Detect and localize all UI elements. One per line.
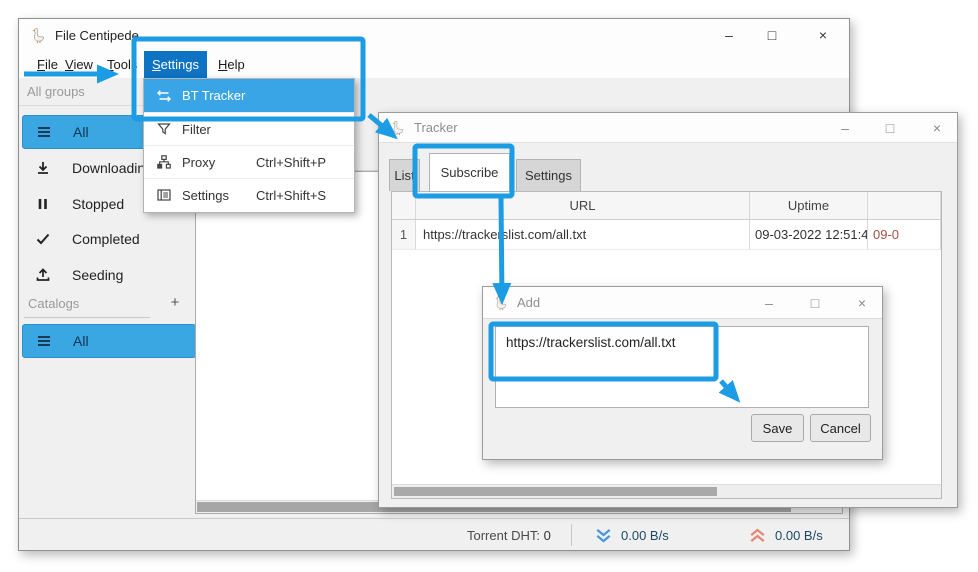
add-dialog: Add – □ × https://trackerslist.com/all.t… xyxy=(482,286,883,460)
menu-item-shortcut: Ctrl+Shift+S xyxy=(256,188,326,203)
menu-item-label: BT Tracker xyxy=(182,88,245,103)
menu-item-settings[interactable]: Settings Ctrl+Shift+S xyxy=(144,178,354,211)
settings-icon xyxy=(156,187,172,203)
menubar: File View Tools Settings Help xyxy=(19,51,849,78)
download-speed-status: 0.00 B/s xyxy=(593,519,669,551)
sidebar-item-seeding[interactable]: Seeding xyxy=(22,260,196,290)
close-button[interactable]: × xyxy=(847,287,877,318)
add-dialog-title: Add xyxy=(517,295,540,310)
cell-url: https://trackerslist.com/all.txt xyxy=(416,220,750,250)
maximize-button[interactable]: □ xyxy=(875,113,905,142)
tracker-window-title: Tracker xyxy=(414,120,458,135)
screenshot-stage: File Centipede – □ × File View Tools Set… xyxy=(0,0,978,572)
double-chevron-down-icon xyxy=(593,527,614,544)
dht-count: 0 xyxy=(544,528,551,543)
menu-item-view[interactable]: View xyxy=(57,51,101,78)
menu-item-label: Filter xyxy=(182,122,211,137)
app-goose-icon xyxy=(390,120,406,136)
catalogs-divider xyxy=(24,317,150,318)
statusbar-divider xyxy=(571,524,572,546)
maximize-button[interactable]: □ xyxy=(757,19,787,51)
sidebar-item-label: Downloading xyxy=(72,160,153,176)
main-window-title: File Centipede xyxy=(55,28,139,43)
tracker-titlebar[interactable]: Tracker – □ × xyxy=(379,113,957,143)
upload-speed: 0.00 B/s xyxy=(775,528,823,543)
cell-index: 1 xyxy=(392,220,416,250)
close-button[interactable]: × xyxy=(808,19,838,51)
sidebar-item-label: All xyxy=(73,333,89,349)
download-icon xyxy=(34,159,52,177)
header-index[interactable] xyxy=(392,192,416,220)
header-uptime[interactable]: Uptime xyxy=(750,192,868,220)
check-icon xyxy=(34,230,52,248)
save-button[interactable]: Save xyxy=(751,414,804,442)
tab-subscribe[interactable]: Subscribe xyxy=(429,153,510,191)
sidebar-item-label: Seeding xyxy=(72,267,123,283)
menu-item-label: Settings xyxy=(182,188,229,203)
upload-speed-status: 0.00 B/s xyxy=(747,519,823,551)
upload-icon xyxy=(34,266,52,284)
filter-icon xyxy=(156,121,172,137)
hamburger-icon xyxy=(35,332,53,350)
menu-item-filter[interactable]: Filter xyxy=(144,112,354,145)
statusbar: Torrent DHT: 0 0.00 B/s 0.00 B/s xyxy=(19,518,849,550)
double-chevron-up-icon xyxy=(747,527,768,544)
app-goose-icon xyxy=(30,27,47,44)
close-button[interactable]: × xyxy=(922,113,952,142)
tab-list[interactable]: List xyxy=(389,159,420,191)
menu-item-shortcut: Ctrl+Shift+P xyxy=(256,155,326,170)
minimize-button[interactable]: – xyxy=(830,113,860,142)
menu-item-tools[interactable]: Tools xyxy=(99,51,145,78)
maximize-button[interactable]: □ xyxy=(800,287,830,318)
add-catalog-button[interactable]: + xyxy=(165,294,185,314)
menu-item-bt-tracker[interactable]: BT Tracker xyxy=(144,79,354,112)
sidebar-item-completed[interactable]: Completed xyxy=(22,224,196,254)
tab-settings[interactable]: Settings xyxy=(516,159,581,191)
cell-extra: 09-0 xyxy=(868,220,941,250)
hamburger-icon xyxy=(35,123,53,141)
sidebar-item-catalog-all[interactable]: All xyxy=(22,324,196,358)
add-dialog-titlebar[interactable]: Add – □ × xyxy=(483,287,882,319)
cancel-button[interactable]: Cancel xyxy=(810,414,871,442)
main-titlebar[interactable]: File Centipede – □ × xyxy=(19,19,849,51)
proxy-icon xyxy=(156,154,172,170)
cell-uptime: 09-03-2022 12:51:44 xyxy=(750,220,868,250)
sidebar-item-label: Stopped xyxy=(72,196,124,212)
menu-item-settings[interactable]: Settings xyxy=(144,51,207,78)
table-row[interactable]: 1 https://trackerslist.com/all.txt 09-03… xyxy=(392,220,941,250)
url-input[interactable]: https://trackerslist.com/all.txt xyxy=(495,326,869,408)
settings-dropdown-menu: BT Tracker Filter Proxy Ctrl+Shift+P Set… xyxy=(143,78,355,213)
menu-item-help[interactable]: Help xyxy=(210,51,253,78)
table-header-row: URL Uptime xyxy=(392,192,941,220)
menu-item-proxy[interactable]: Proxy Ctrl+Shift+P xyxy=(144,145,354,178)
header-url[interactable]: URL xyxy=(416,192,750,220)
minimize-button[interactable]: – xyxy=(714,19,744,51)
menu-item-label: Proxy xyxy=(182,155,215,170)
download-speed: 0.00 B/s xyxy=(621,528,669,543)
pause-icon xyxy=(34,195,52,213)
dht-status: Torrent DHT: 0 xyxy=(467,519,551,551)
sidebar-item-label: All xyxy=(73,124,89,140)
minimize-button[interactable]: – xyxy=(754,287,784,318)
sidebar-item-label: Completed xyxy=(72,231,140,247)
header-extra[interactable] xyxy=(868,192,941,220)
horizontal-scrollbar[interactable] xyxy=(392,484,941,498)
bt-tracker-icon xyxy=(156,88,172,104)
scrollbar-thumb[interactable] xyxy=(394,487,717,496)
app-goose-icon xyxy=(493,295,509,311)
